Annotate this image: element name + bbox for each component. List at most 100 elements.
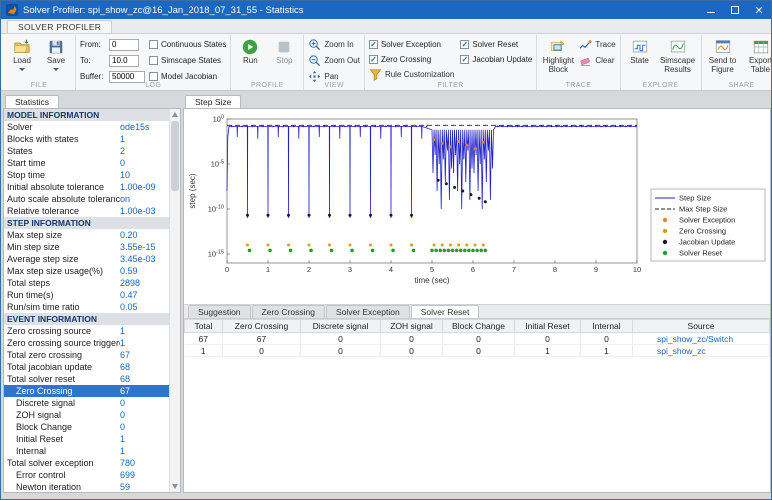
trace-button[interactable]: Trace [579,37,615,52]
load-button[interactable]: Load [7,37,37,71]
stats-row-zero-crossing-source[interactable]: Zero crossing source1 [4,325,169,337]
from-input[interactable] [109,39,139,51]
events-col-discrete-signal[interactable]: Discrete signal [301,320,381,333]
zero-crossing-point [369,244,372,247]
stats-row-average-step-size[interactable]: Average step size3.45e-03 [4,253,169,265]
events-col-zero-crossing[interactable]: Zero Crossing [223,320,301,333]
stats-row-block-change[interactable]: Block Change0 [4,421,169,433]
stats-row-internal[interactable]: Internal1 [4,445,169,457]
window-title: Solver Profiler: spi_show_zc@16_Jan_2018… [23,5,304,16]
stats-row-solver[interactable]: Solverode15s [4,121,169,133]
step-size-chart[interactable]: 01234567891010010-510-1010-15time (sec)s… [185,113,770,293]
events-col-initial-reset[interactable]: Initial Reset [515,320,581,333]
tab-solver-reset[interactable]: Solver Reset [411,305,480,318]
filter-options: Solver Exception Zero Crossing Rule Cust… [369,37,532,82]
source-link[interactable]: spi_show_zc [633,345,770,357]
stats-row-newton-iteration[interactable]: Newton iteration59 [4,481,169,492]
tab-suggestion[interactable]: Suggestion [188,305,251,318]
scroll-down-arrow[interactable] [172,484,178,489]
stats-row-initial-absolute-tolerance[interactable]: Initial absolute tolerance1.00e-09 [4,181,169,193]
stats-row-total-steps[interactable]: Total steps2898 [4,277,169,289]
events-row[interactable]: 1000011spi_show_zc [185,345,770,357]
checkbox-solver-reset[interactable]: Solver Reset [460,37,532,52]
minimize-button[interactable] [699,1,723,19]
solver-exception-point [433,138,436,141]
load-button-label: Load [13,57,31,66]
run-button[interactable]: Run [235,37,265,66]
stats-row-discrete-signal[interactable]: Discrete signal0 [4,397,169,409]
rule-customization-button[interactable]: Rule Customization [369,67,454,82]
events-col-source[interactable]: Source [633,320,770,333]
tab-solver-exception[interactable]: Solver Exception [326,305,410,318]
checkbox-solver-exception[interactable]: Solver Exception [369,37,454,52]
stats-row-auto-scale-absolute-tolerance[interactable]: Auto scale absolute toleranceon [4,193,169,205]
checkbox-zero-crossing[interactable]: Zero Crossing [369,52,454,67]
stats-value: 1 [120,434,166,444]
tab-step-size[interactable]: Step Size [185,95,241,108]
solver-reset-point [484,249,488,253]
checkbox-continuous-states[interactable]: Continuous States [149,37,226,52]
statistics-scrollbar[interactable] [169,109,180,492]
highlight-block-button[interactable]: Highlight Block [541,37,575,75]
clear-button[interactable]: Clear [579,53,615,68]
close-button[interactable] [747,1,771,19]
checkbox-simscape-states[interactable]: Simscape States [149,53,226,68]
events-col-total[interactable]: Total [185,320,223,333]
source-link[interactable]: spi_show_zc/Switch [633,333,770,345]
tab-solver-profiler[interactable]: SOLVER PROFILER [7,20,112,33]
checkbox-label: Zero Crossing [381,55,431,64]
stats-row-zoh-signal[interactable]: ZOH signal0 [4,409,169,421]
events-col-block-change[interactable]: Block Change [443,320,515,333]
tab-statistics[interactable]: Statistics [5,95,59,108]
stop-button[interactable]: Stop [269,37,299,66]
events-col-internal[interactable]: Internal [581,320,633,333]
export-table-button[interactable]: Export Table [744,37,771,75]
zoom-out-button[interactable]: Zoom Out [308,53,360,68]
simscape-results-button[interactable]: Simscape Results [659,37,697,75]
maximize-button[interactable] [723,1,747,19]
to-input[interactable] [109,55,139,67]
stats-row-initial-reset[interactable]: Initial Reset1 [4,433,169,445]
save-button[interactable]: Save [41,37,71,71]
checkbox-jacobian-update[interactable]: Jacobian Update [460,52,532,67]
events-row[interactable]: 676700000spi_show_zc/Switch [185,333,770,345]
stats-row-total-solver-reset[interactable]: Total solver reset68 [4,373,169,385]
events-col-zoh-signal[interactable]: ZOH signal [381,320,443,333]
x-tick-label: 4 [389,265,393,274]
group-label-filter: FILTER [365,82,536,89]
stats-row-total-solver-exception[interactable]: Total solver exception780 [4,457,169,469]
buffer-input[interactable] [109,71,145,83]
stats-row-states[interactable]: States2 [4,145,169,157]
scroll-up-arrow[interactable] [172,112,178,117]
stats-row-total-jacobian-update[interactable]: Total jacobian update68 [4,361,169,373]
zoom-in-button[interactable]: Zoom In [308,37,360,52]
stats-row-zero-crossing-source-triggered[interactable]: Zero crossing source triggered1 [4,337,169,349]
stats-row-max-step-size-usage[interactable]: Max step size usage(%)0.59 [4,265,169,277]
stats-row-zero-crossing[interactable]: Zero Crossing67 [4,385,169,397]
stats-label: Max step size [7,230,120,240]
simscape-results-label: Simscape Results [659,57,697,75]
stats-row-min-step-size[interactable]: Min step size3.55e-15 [4,241,169,253]
checkbox-label: Model Jacobian [161,72,217,81]
stats-row-relative-tolerance[interactable]: Relative tolerance1.00e-03 [4,205,169,217]
stats-label: ZOH signal [7,410,120,420]
stats-row-max-step-size[interactable]: Max step size0.20 [4,229,169,241]
stats-label: Total zero crossing [7,350,120,360]
stats-row-error-control[interactable]: Error control699 [4,469,169,481]
stats-row-stop-time[interactable]: Stop time10 [4,169,169,181]
solver-profiler-window: Solver Profiler: spi_show_zc@16_Jan_2018… [0,0,772,500]
tab-zero-crossing[interactable]: Zero Crossing [252,305,325,318]
solver-reset-point [463,249,467,253]
group-label-explore: EXPLORE [621,82,701,89]
solver-exception-point [474,147,477,150]
stats-row-total-zero-crossing[interactable]: Total zero crossing67 [4,349,169,361]
stats-row-run-sim-time-ratio[interactable]: Run/sim time ratio0.05 [4,301,169,313]
scrollbar-thumb[interactable] [171,121,179,191]
send-to-figure-button[interactable]: Send to Figure [706,37,740,75]
state-button[interactable]: State [625,37,655,66]
stats-value: 699 [120,470,166,480]
stats-row-start-time[interactable]: Start time0 [4,157,169,169]
zero-crossing-point [390,244,393,247]
stats-row-blocks-with-states[interactable]: Blocks with states1 [4,133,169,145]
stats-row-run-time-s[interactable]: Run time(s)0.47 [4,289,169,301]
